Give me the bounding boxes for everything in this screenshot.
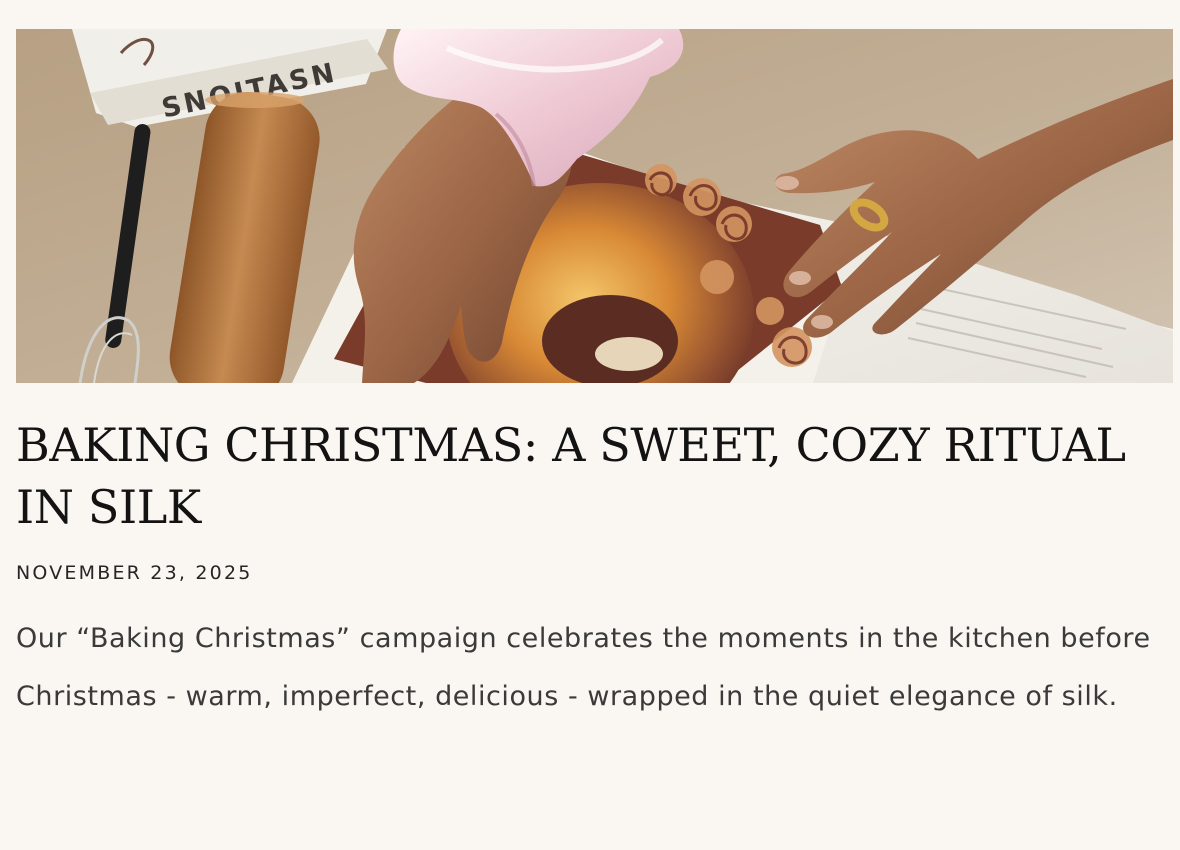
article-hero-image[interactable]: SNOITASN: [16, 29, 1173, 383]
article-title[interactable]: BAKING CHRISTMAS: A SWEET, COZY RITUAL I…: [16, 414, 1136, 538]
article-card: SNOITASN BAKING CHRISTMAS: A SWEET, COZY…: [0, 0, 1180, 850]
article-date: NOVEMBER 23, 2025: [16, 562, 253, 584]
article-excerpt: Our “Baking Christmas” campaign celebrat…: [16, 623, 1151, 712]
baking-photo-illustration: SNOITASN: [16, 29, 1173, 383]
